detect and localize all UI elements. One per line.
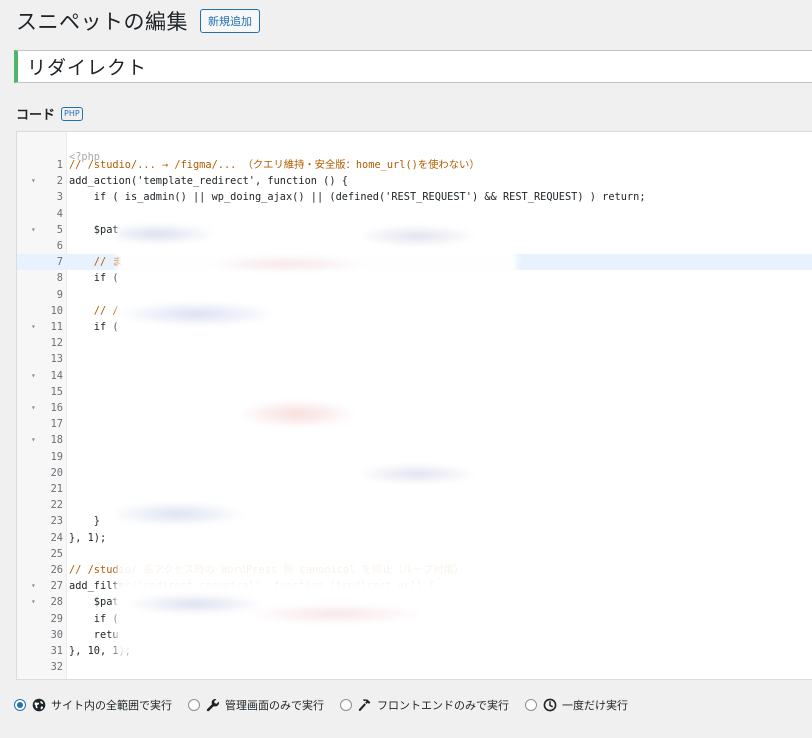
- line-number: 17: [50, 418, 63, 431]
- line-number: 7: [56, 256, 63, 269]
- scope-radio[interactable]: [188, 699, 200, 711]
- line-text: }: [69, 515, 100, 528]
- wrench-icon: [206, 698, 220, 712]
- line-text: $pat: [69, 596, 119, 609]
- code-section-header: コード PHP: [16, 104, 83, 123]
- fold-toggle-icon[interactable]: ▾: [31, 222, 41, 238]
- fold-toggle-icon[interactable]: ▾: [31, 400, 41, 416]
- line-text: if (: [69, 321, 119, 333]
- line-number: 18: [50, 434, 63, 447]
- line-number: 16: [50, 402, 63, 414]
- clock-icon: [543, 698, 557, 712]
- fold-toggle-icon[interactable]: ▾: [31, 578, 41, 594]
- line-number: 4: [56, 207, 63, 220]
- line-number: 11: [50, 321, 63, 333]
- scope-option-label: サイト内の全範囲で実行: [51, 699, 172, 712]
- line-number: 23: [50, 515, 63, 528]
- line-text: $pat: [69, 223, 119, 236]
- fold-toggle-icon[interactable]: ▾: [31, 368, 41, 384]
- line-number: 26: [50, 564, 63, 576]
- snippet-title-input[interactable]: リダイレクト: [14, 50, 812, 83]
- fold-toggle-icon[interactable]: ▾: [31, 319, 41, 335]
- php-open-tag-line: <?php: [17, 133, 812, 163]
- line-number: 32: [50, 661, 63, 674]
- code-section-label: コード: [16, 108, 56, 123]
- fold-toggle-icon[interactable]: ▾: [31, 432, 41, 448]
- line-number: 5: [56, 223, 63, 236]
- fold-toggle-icon[interactable]: ▾: [31, 594, 41, 610]
- line-number: 14: [50, 369, 63, 382]
- scope-option-3[interactable]: フロントエンドのみで実行: [340, 697, 509, 713]
- line-text: retu: [69, 628, 119, 641]
- line-text: if ( is_admin() || wp_doing_ajax() || (d…: [69, 191, 646, 204]
- line-number: 3: [56, 191, 63, 204]
- page-header: スニペットの編集 新規追加: [16, 7, 260, 35]
- line-number: 29: [50, 612, 63, 625]
- line-number: 9: [56, 288, 63, 301]
- scope-radio[interactable]: [340, 699, 352, 711]
- line-number: 27: [50, 580, 63, 593]
- line-text: add_action('template_redirect', function…: [69, 175, 348, 188]
- scope-radio[interactable]: [525, 699, 537, 711]
- globe-icon: [32, 698, 46, 712]
- php-badge: PHP: [61, 106, 83, 121]
- line-number: 24: [50, 531, 63, 544]
- scope-radio[interactable]: [14, 699, 26, 711]
- line-number: 1: [56, 159, 63, 171]
- line-number: 22: [50, 499, 63, 512]
- line-number: 8: [56, 272, 63, 285]
- line-number: 15: [50, 385, 63, 398]
- line-number: 30: [50, 628, 63, 641]
- scope-option-1[interactable]: サイト内の全範囲で実行: [14, 697, 172, 713]
- line-text: if (: [69, 612, 119, 625]
- scope-option-4[interactable]: 一度だけ実行: [525, 697, 628, 713]
- line-text: // /: [69, 304, 119, 317]
- line-text: }, 1);: [69, 531, 107, 544]
- redacted-code-region: [117, 224, 517, 609]
- code-line[interactable]: 32: [17, 659, 812, 675]
- line-number: 19: [50, 450, 63, 463]
- line-number: 6: [56, 240, 63, 252]
- line-text: if (: [69, 272, 119, 285]
- code-editor[interactable]: <?php 1 // /studio/... → /figma/... （クエリ維…: [16, 131, 812, 680]
- line-number: 20: [50, 466, 63, 479]
- fold-toggle-icon[interactable]: ▾: [31, 173, 41, 189]
- scope-option-2[interactable]: 管理画面のみで実行: [188, 697, 324, 713]
- hammer-icon: [358, 698, 372, 712]
- scope-option-label: 管理画面のみで実行: [225, 699, 324, 712]
- line-number: 12: [50, 337, 63, 350]
- line-text: // ま: [69, 256, 123, 269]
- line-number: 28: [50, 596, 63, 609]
- page-title: スニペットの編集: [16, 10, 188, 34]
- redacted-code-region-2: [115, 584, 510, 656]
- run-scope-options: サイト内の全範囲で実行 管理画面のみで実行 フロントエンドのみで実行 一度だけ実行: [14, 697, 644, 713]
- scope-option-label: 一度だけ実行: [562, 699, 628, 712]
- add-new-button[interactable]: 新規追加: [200, 9, 260, 33]
- code-line[interactable]: 3 if ( is_admin() || wp_doing_ajax() || …: [17, 189, 812, 205]
- line-number: 2: [56, 175, 63, 188]
- scope-option-label: フロントエンドのみで実行: [377, 699, 509, 712]
- line-number: 25: [50, 547, 63, 560]
- code-line[interactable]: 1 // /studio/... → /figma/... （クエリ維持・安全版：…: [17, 157, 812, 173]
- line-number: 13: [50, 353, 63, 366]
- code-line[interactable]: 4: [17, 206, 812, 222]
- line-text: // /studio/... → /figma/... （クエリ維持・安全版：h…: [69, 159, 480, 171]
- line-number: 31: [50, 645, 63, 657]
- line-number: 10: [50, 304, 63, 317]
- code-line[interactable]: ▾ 2 add_action('template_redirect', functi…: [17, 173, 812, 189]
- line-number: 21: [50, 483, 63, 495]
